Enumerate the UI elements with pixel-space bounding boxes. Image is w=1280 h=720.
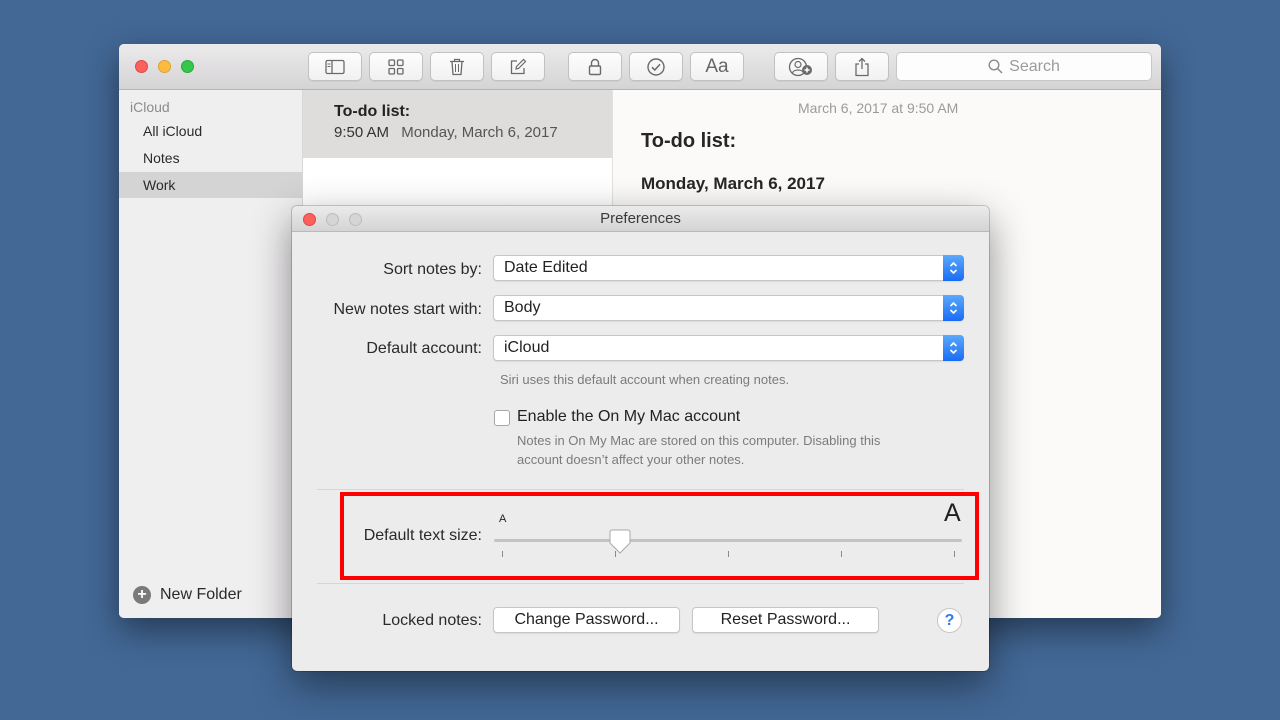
attachments-browser-button[interactable] — [369, 52, 423, 81]
add-people-icon — [788, 57, 812, 76]
add-people-button[interactable] — [774, 52, 828, 81]
chevron-updown-icon — [943, 295, 964, 321]
share-icon — [855, 57, 869, 76]
checklist-icon — [647, 57, 665, 76]
locked-notes-label: Locked notes: — [382, 612, 482, 629]
sort-notes-popup[interactable]: Date Edited — [493, 255, 964, 281]
default-account-value: iCloud — [504, 339, 550, 356]
change-password-button[interactable]: Change Password... — [493, 607, 680, 633]
sidebar-section-icloud: iCloud — [130, 99, 170, 115]
new-notes-value: Body — [504, 299, 541, 316]
help-button[interactable]: ? — [937, 608, 962, 633]
new-notes-popup[interactable]: Body — [493, 295, 964, 321]
compose-icon — [510, 58, 527, 74]
sort-notes-label: Sort notes by: — [383, 261, 482, 278]
lock-note-button[interactable] — [568, 52, 622, 81]
plus-icon: + — [133, 586, 151, 604]
sidebar-item-notes[interactable]: Notes — [119, 145, 303, 171]
note-time: 9:50 AM — [334, 124, 390, 141]
trash-icon — [450, 58, 464, 75]
note-heading: To-do list: — [641, 130, 737, 152]
text-format-button[interactable]: Aa — [690, 52, 744, 81]
new-folder-button[interactable]: + New Folder — [133, 586, 242, 604]
on-my-mac-help-line-2: account doesn’t affect your other notes. — [517, 452, 745, 467]
on-my-mac-label[interactable]: Enable the On My Mac account — [517, 408, 740, 426]
search-field[interactable]: Search — [896, 52, 1152, 81]
sidebar-toggle-icon — [325, 59, 345, 74]
folders-sidebar: iCloud All iCloud Notes Work + New Folde… — [119, 90, 303, 618]
toolbar: Aa Search — [119, 44, 1161, 90]
sort-notes-value: Date Edited — [504, 259, 588, 276]
grid-view-icon — [388, 58, 404, 75]
new-note-button[interactable] — [491, 52, 545, 81]
sidebar-item-work[interactable]: Work — [119, 172, 303, 198]
default-account-help: Siri uses this default account when crea… — [500, 372, 790, 387]
sidebar-item-all-icloud[interactable]: All iCloud — [119, 118, 303, 144]
checklist-button[interactable] — [629, 52, 683, 81]
chevron-updown-icon — [943, 335, 964, 361]
delete-button[interactable] — [430, 52, 484, 81]
maximize-button[interactable] — [181, 60, 194, 73]
search-placeholder: Search — [1009, 57, 1060, 75]
list-item[interactable]: To-do list: 9:50 AM Monday, March 6, 201… — [303, 90, 612, 158]
highlight-box — [340, 492, 979, 580]
divider — [317, 583, 964, 584]
lock-icon — [588, 58, 602, 75]
preferences-window: Preferences Sort notes by: Date Edited N… — [292, 206, 989, 671]
preferences-titlebar: Preferences — [292, 206, 989, 232]
toggle-sidebar-button[interactable] — [308, 52, 362, 81]
share-button[interactable] — [835, 52, 889, 81]
note-title: To-do list: — [334, 103, 411, 120]
on-my-mac-checkbox[interactable] — [494, 410, 510, 426]
default-account-label: Default account: — [366, 340, 482, 357]
note-date: Monday, March 6, 2017 — [401, 124, 558, 141]
new-notes-label: New notes start with: — [333, 301, 483, 318]
chevron-updown-icon — [943, 255, 964, 281]
new-folder-label: New Folder — [160, 586, 242, 603]
minimize-button[interactable] — [158, 60, 171, 73]
note-timestamp: March 6, 2017 at 9:50 AM — [798, 100, 959, 116]
close-button[interactable] — [135, 60, 148, 73]
reset-password-button[interactable]: Reset Password... — [692, 607, 879, 633]
note-subheading: Monday, March 6, 2017 — [641, 174, 825, 193]
divider — [317, 489, 964, 490]
default-account-popup[interactable]: iCloud — [493, 335, 964, 361]
search-icon — [988, 59, 1003, 74]
on-my-mac-help-line-1: Notes in On My Mac are stored on this co… — [517, 433, 881, 448]
text-format-icon: Aa — [705, 55, 729, 77]
note-meta: 9:50 AM Monday, March 6, 2017 — [334, 124, 612, 141]
window-title: Preferences — [600, 210, 681, 227]
